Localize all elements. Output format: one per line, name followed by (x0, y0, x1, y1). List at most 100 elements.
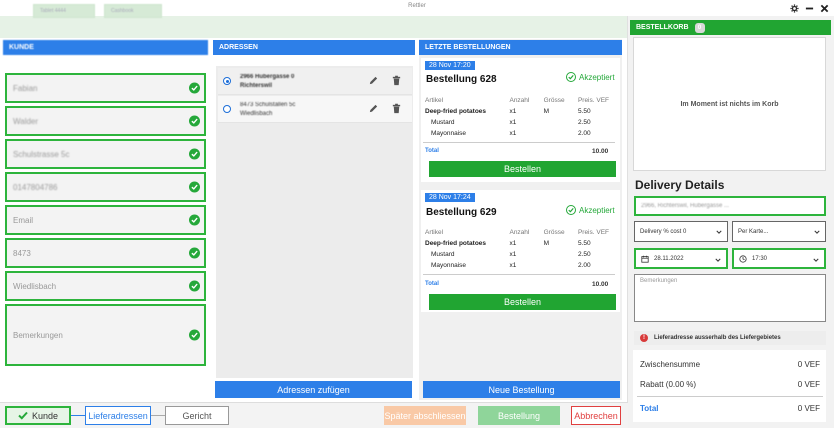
delivery-title: Delivery Details (635, 178, 725, 192)
step-gericht[interactable]: Gericht (165, 406, 229, 425)
gear-icon[interactable] (788, 2, 800, 14)
time-picker[interactable]: 17:30 (732, 248, 826, 269)
remarks-field[interactable]: Bemerkungen (5, 304, 206, 366)
address-lines: 2966 Hubergasse 0 Richterswil (240, 73, 350, 91)
subtotal-label: Zwischensumme (640, 360, 701, 369)
lastname-field[interactable]: Walder (5, 106, 206, 136)
zip-field[interactable]: 8473 (5, 238, 206, 268)
bestellen-button[interactable]: Bestellen (429, 294, 616, 310)
divider (423, 274, 615, 275)
table-row: Mustard x1 2.50 (423, 249, 611, 260)
total-label: Total (640, 404, 659, 413)
edit-icon[interactable] (368, 75, 379, 87)
divider (637, 396, 823, 397)
date-picker[interactable]: 28.11.2022 (634, 248, 728, 269)
save-later-button[interactable]: Später abschliessen (384, 406, 466, 425)
item-qty: x1 (509, 108, 517, 115)
item-qty: x1 (509, 262, 517, 269)
item-name: Mayonnaise (431, 130, 467, 137)
phone-field[interactable]: 0147804786 (5, 172, 206, 202)
order-title: Bestellung 629 (426, 207, 497, 218)
delivery-cost-select[interactable]: Delivery % cost 0 (634, 221, 728, 242)
order-total: 10.00 (592, 148, 609, 155)
delivery-address-select[interactable]: 2966, Richterswil, Hubergasse ... (634, 196, 826, 216)
col-anzahl: Anzahl (509, 97, 530, 104)
remarks-placeholder: Bemerkungen (640, 278, 678, 284)
tablet-chip[interactable]: Tablet 4444 (33, 4, 95, 18)
item-price: 5.50 (577, 240, 591, 247)
orders-header: LETZTE BESTELLUNGEN (419, 40, 622, 55)
check-circle-icon (566, 205, 576, 215)
chevron-down-icon (716, 230, 722, 234)
divider (423, 142, 615, 143)
item-qty: x1 (509, 240, 517, 247)
new-order-button[interactable]: Neue Bestellung (423, 381, 620, 398)
address-radio[interactable] (223, 77, 231, 85)
field-value: Email (13, 215, 34, 225)
item-name: Deep-fried potatoes (425, 108, 487, 115)
delivery-remarks-input[interactable]: Bemerkungen (634, 274, 826, 322)
discount-label: Rabatt (0.00 %) (640, 380, 697, 389)
cart-box: Im Moment ist nichts im Korb (633, 37, 826, 171)
cart-empty-text: Im Moment ist nichts im Korb (680, 100, 779, 108)
bestellen-button[interactable]: Bestellen (429, 161, 616, 177)
check-icon (189, 115, 200, 127)
clock-icon (739, 254, 747, 263)
firstname-field[interactable]: Fabian (5, 73, 206, 103)
warning-bar: ! Lieferadresse ausserhalb des Liefergeb… (634, 331, 826, 345)
step-lieferadressen[interactable]: Lieferadressen (85, 406, 151, 425)
warning-text: Lieferadresse ausserhalb des Liefergebie… (654, 335, 781, 341)
payment-value: Per Karte... (738, 228, 769, 235)
item-qty: x1 (509, 130, 517, 137)
address-item[interactable]: 2966 Hubergasse 0 Richterswil (218, 68, 412, 95)
step-kunde[interactable]: Kunde (5, 406, 71, 425)
address-line1: 8473 Schulstallen 5c (240, 102, 296, 108)
table-row: Deep-fried potatoes x1 M 5.50 (423, 106, 611, 117)
cashbook-chip[interactable]: Cashbook (104, 4, 162, 18)
street-field[interactable]: Schulstrasse 5c (5, 139, 206, 169)
email-field[interactable]: Email (5, 205, 206, 235)
order-status: Akzeptiert (566, 72, 615, 82)
item-price: 2.50 (577, 251, 591, 258)
minimize-icon[interactable] (803, 2, 815, 14)
add-address-button[interactable]: Adressen zufügen (215, 381, 412, 398)
cancel-button[interactable]: Abbrechen (571, 406, 621, 425)
order-button[interactable]: Bestellung (478, 406, 560, 425)
edit-icon[interactable] (368, 103, 379, 115)
col-artikel: Artikel (425, 97, 444, 104)
order-status-text: Akzeptiert (579, 205, 615, 215)
cart-count-badge: 0 (694, 22, 705, 33)
check-circle-icon (566, 72, 576, 82)
col-groesse: Grösse (543, 97, 565, 104)
order-total: 10.00 (592, 281, 609, 288)
table-row: Deep-fried potatoes x1 M 5.50 (423, 238, 611, 249)
item-qty: x1 (509, 251, 517, 258)
trash-icon[interactable] (391, 75, 402, 87)
check-icon (189, 247, 200, 259)
top-strip (0, 16, 628, 38)
payment-select[interactable]: Per Karte... (732, 221, 826, 242)
address-line2: Wiedlisbach (240, 111, 273, 117)
item-name: Mustard (431, 251, 455, 258)
field-value: Schulstrasse 5c (13, 149, 70, 159)
calendar-icon (641, 255, 649, 263)
address-radio[interactable] (223, 105, 231, 113)
item-name: Mustard (431, 119, 455, 126)
trash-icon[interactable] (391, 103, 402, 115)
adressen-header: ADRESSEN (213, 40, 415, 55)
address-item[interactable]: 8473 Schulstallen 5c Wiedlisbach (218, 96, 412, 123)
item-price: 2.00 (577, 130, 591, 137)
city-field[interactable]: Wiedlisbach (5, 271, 206, 301)
order-status: Akzeptiert (566, 205, 615, 215)
delivery-cost-value: Delivery % cost 0 (640, 228, 687, 235)
field-value: 0147804786 (13, 182, 58, 192)
table-row: Mayonnaise x1 2.00 (423, 128, 611, 139)
item-size (542, 260, 576, 271)
order-status-text: Akzeptiert (579, 72, 615, 82)
time-value: 17:30 (752, 255, 768, 262)
check-icon (189, 82, 200, 94)
close-icon[interactable] (818, 2, 830, 14)
col-groesse: Grösse (543, 229, 565, 236)
discount-row: Rabatt (0.00 %) 0 VEF (640, 380, 820, 389)
step-connector (71, 415, 85, 416)
